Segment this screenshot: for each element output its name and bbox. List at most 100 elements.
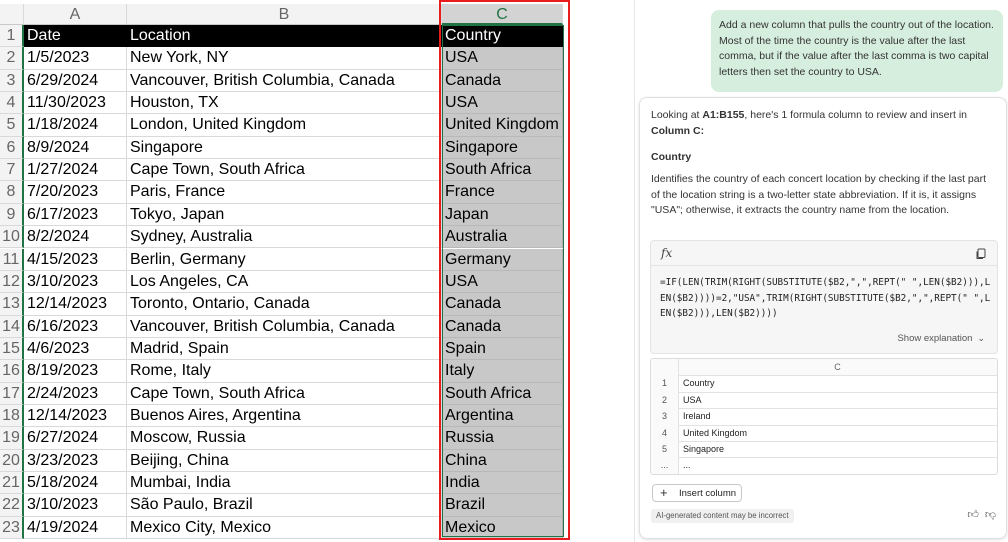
copy-icon[interactable] [975, 247, 987, 259]
cell-date[interactable]: 12/14/2023 [24, 404, 127, 428]
cell-date[interactable]: 1/5/2023 [24, 47, 127, 70]
row-number[interactable]: 15 [0, 337, 24, 361]
column-header-b[interactable]: B [127, 4, 442, 25]
cell-date[interactable]: 7/20/2023 [24, 181, 127, 204]
cell-date[interactable]: 8/2/2024 [24, 226, 127, 249]
row-number[interactable]: 23 [0, 516, 24, 540]
cell-country[interactable]: Italy [442, 360, 563, 383]
thumbs-up-icon[interactable]: 👍︎ [967, 509, 979, 521]
cell-country[interactable]: Argentina [442, 404, 563, 428]
cell-location[interactable]: Toronto, Ontario, Canada [127, 293, 442, 316]
cell-date[interactable]: 4/6/2023 [24, 337, 127, 361]
cell-location[interactable]: London, United Kingdom [127, 114, 442, 137]
cell-location[interactable]: Cape Town, South Africa [127, 159, 442, 182]
cell-date[interactable]: 3/10/2023 [24, 270, 127, 294]
cell-date[interactable]: 1/18/2024 [24, 114, 127, 137]
cell-date[interactable]: 6/29/2024 [24, 69, 127, 93]
cell-date[interactable]: 11/30/2023 [24, 92, 127, 115]
cell-location[interactable]: Houston, TX [127, 92, 442, 115]
cell-country[interactable]: USA [442, 47, 563, 70]
row-number[interactable]: 12 [0, 270, 24, 294]
cell-location[interactable]: Madrid, Spain [127, 337, 442, 361]
cell-date[interactable]: 2/24/2023 [24, 382, 127, 405]
row-number[interactable]: 22 [0, 494, 24, 517]
row-number[interactable]: 7 [0, 159, 24, 182]
cell-date[interactable]: 6/16/2023 [24, 315, 127, 338]
header-cell-location[interactable]: Location [127, 25, 442, 48]
row-number[interactable]: 4 [0, 92, 24, 115]
cell-date[interactable]: 6/17/2023 [24, 203, 127, 227]
cell-country[interactable]: USA [442, 270, 563, 294]
cell-country[interactable]: Mexico [442, 516, 563, 540]
cell-country[interactable]: India [442, 472, 563, 495]
row-number[interactable]: 20 [0, 449, 24, 472]
row-number[interactable]: 5 [0, 114, 24, 137]
row-number[interactable]: 18 [0, 404, 24, 428]
row-number[interactable]: 3 [0, 69, 24, 93]
cell-date[interactable]: 12/14/2023 [24, 293, 127, 316]
cell-location[interactable]: Vancouver, British Columbia, Canada [127, 69, 442, 93]
cell-location[interactable]: Singapore [127, 136, 442, 160]
cell-location[interactable]: New York, NY [127, 47, 442, 70]
row-number[interactable]: 14 [0, 315, 24, 338]
select-all-corner[interactable] [0, 4, 24, 25]
cell-country[interactable]: Australia [442, 226, 563, 249]
cell-date[interactable]: 5/18/2024 [24, 472, 127, 495]
row-number[interactable]: 1 [0, 25, 24, 48]
cell-location[interactable]: Paris, France [127, 181, 442, 204]
row-number[interactable]: 9 [0, 203, 24, 227]
cell-date[interactable]: 8/9/2024 [24, 136, 127, 160]
row-number[interactable]: 6 [0, 136, 24, 160]
thumbs-down-icon[interactable]: 👎︎ [985, 509, 996, 521]
row-number[interactable]: 8 [0, 181, 24, 204]
cell-country[interactable]: Canada [442, 293, 563, 316]
column-header-a[interactable]: A [24, 4, 127, 25]
cell-location[interactable]: Tokyo, Japan [127, 203, 442, 227]
cell-date[interactable]: 1/27/2024 [24, 159, 127, 182]
row-number[interactable]: 10 [0, 226, 24, 249]
cell-country[interactable]: Japan [442, 203, 563, 227]
cell-location[interactable]: Buenos Aires, Argentina [127, 404, 442, 428]
insert-column-button[interactable]: + Insert column [652, 484, 742, 502]
cell-date[interactable]: 8/19/2023 [24, 360, 127, 383]
cell-location[interactable]: Cape Town, South Africa [127, 382, 442, 405]
header-cell-country[interactable]: Country [442, 25, 563, 48]
cell-country[interactable]: China [442, 449, 563, 472]
row-number[interactable]: 11 [0, 248, 24, 271]
cell-location[interactable]: Moscow, Russia [127, 427, 442, 450]
row-number[interactable]: 19 [0, 427, 24, 450]
row-number[interactable]: 2 [0, 47, 24, 70]
cell-date[interactable]: 4/15/2023 [24, 248, 127, 271]
cell-country[interactable]: France [442, 181, 563, 204]
row-number[interactable]: 21 [0, 472, 24, 495]
header-cell-date[interactable]: Date [24, 25, 127, 48]
cell-location[interactable]: Beijing, China [127, 449, 442, 472]
cell-date[interactable]: 3/23/2023 [24, 449, 127, 472]
cell-location[interactable]: São Paulo, Brazil [127, 494, 442, 517]
cell-country[interactable]: South Africa [442, 382, 563, 405]
cell-location[interactable]: Sydney, Australia [127, 226, 442, 249]
cell-country[interactable]: Brazil [442, 494, 563, 517]
cell-country[interactable]: USA [442, 92, 563, 115]
column-header-c[interactable]: C [442, 4, 563, 25]
cell-location[interactable]: Mumbai, India [127, 472, 442, 495]
cell-country[interactable]: Canada [442, 315, 563, 338]
cell-country[interactable]: Germany [442, 248, 563, 271]
row-number[interactable]: 17 [0, 382, 24, 405]
row-number[interactable]: 16 [0, 360, 24, 383]
cell-country[interactable]: Singapore [442, 136, 563, 160]
cell-country[interactable]: Russia [442, 427, 563, 450]
cell-location[interactable]: Mexico City, Mexico [127, 516, 442, 540]
cell-date[interactable]: 6/27/2024 [24, 427, 127, 450]
cell-location[interactable]: Los Angeles, CA [127, 270, 442, 294]
row-number[interactable]: 13 [0, 293, 24, 316]
cell-country[interactable]: United Kingdom [442, 114, 563, 137]
cell-location[interactable]: Vancouver, British Columbia, Canada [127, 315, 442, 338]
cell-country[interactable]: Canada [442, 69, 563, 93]
cell-country[interactable]: Spain [442, 337, 563, 361]
cell-location[interactable]: Berlin, Germany [127, 248, 442, 271]
cell-location[interactable]: Rome, Italy [127, 360, 442, 383]
show-explanation-button[interactable]: Show explanation ⌄ [897, 333, 985, 344]
cell-country[interactable]: South Africa [442, 159, 563, 182]
cell-date[interactable]: 4/19/2024 [24, 516, 127, 540]
